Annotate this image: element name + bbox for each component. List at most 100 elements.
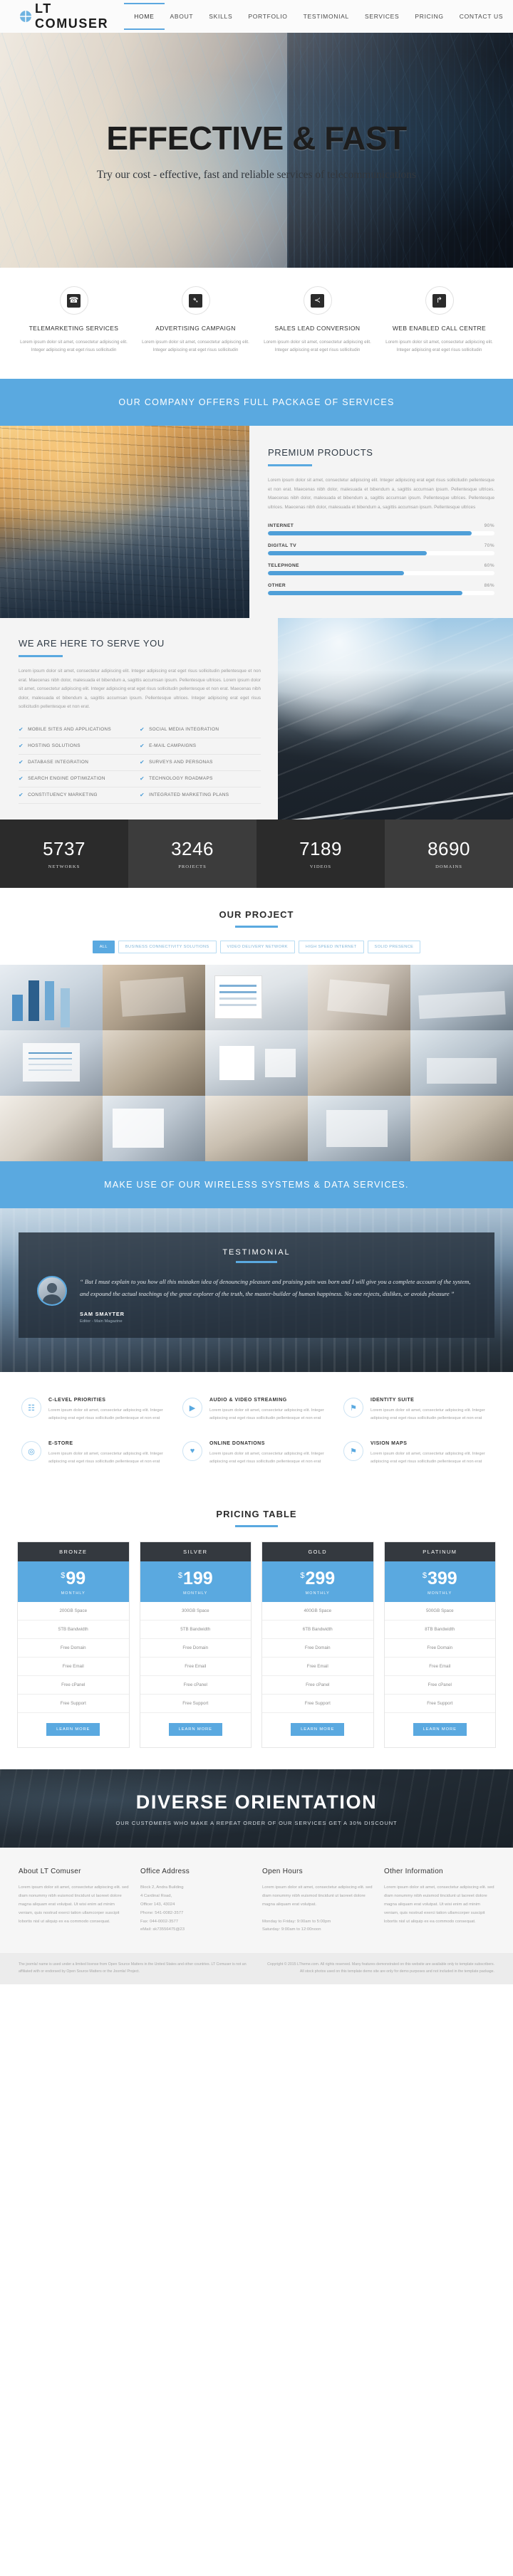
service-card[interactable]: ↱ WEB ENABLED CALL CENTRE Lorem ipsum do… (378, 286, 500, 355)
project-tile[interactable] (205, 1095, 308, 1161)
plan-feature: 400GB Space (262, 1602, 373, 1621)
nav-item-services[interactable]: SERVICES (365, 3, 399, 30)
project-tile[interactable] (308, 1095, 410, 1161)
brand-logo[interactable]: LT COMUSER (20, 1, 108, 31)
project-tile[interactable] (205, 964, 308, 1030)
service-text: Lorem ipsum dolor sit amet, consectetur … (385, 340, 493, 353)
feature-title: ONLINE DONATIONS (209, 1441, 265, 1447)
project-filter-video-delivery-network[interactable]: VIDEO DELIVERY NETWORK (219, 940, 295, 953)
feature-title: C-LEVEL PRIORITIES (48, 1398, 106, 1403)
nav-item-contact-us[interactable]: CONTACT US (460, 3, 503, 30)
bar-fill (268, 571, 404, 576)
project-tile[interactable] (103, 964, 205, 1030)
project-tile[interactable] (0, 1030, 103, 1096)
feature-card[interactable]: ⚑ IDENTITY SUITE Lorem ipsum dolor sit ame… (343, 1398, 492, 1423)
plan-feature: Free Email (140, 1658, 251, 1677)
plan-feature: Free Domain (384, 1639, 495, 1658)
stat-number: 5737 (43, 837, 86, 859)
check-icon: ✔ (140, 775, 145, 782)
plan-feature: 8TB Bandwidth (384, 1621, 495, 1640)
highway-photo (278, 617, 513, 820)
nav-item-pricing[interactable]: PRICING (415, 3, 443, 30)
footer-column-title: About LT Comuser (19, 1868, 81, 1876)
plan-feature: Free Support (140, 1695, 251, 1714)
plan-feature: Free Domain (262, 1639, 373, 1658)
service-text: Lorem ipsum dolor sit amet, consectetur … (264, 340, 371, 353)
plan-learn-more-button[interactable]: LEARN MORE (413, 1723, 467, 1737)
project-filter-solid-presence[interactable]: SOLID PRESENCE (367, 940, 421, 953)
pricing-title: PRICING TABLE (216, 1509, 297, 1520)
project-tile[interactable] (103, 1095, 205, 1161)
serve-text: Lorem ipsum dolor sit amet, consectetur … (19, 668, 261, 710)
project-tile[interactable] (308, 964, 410, 1030)
capability-item: ✔ SOCIAL MEDIA INTEGRATION (140, 722, 261, 738)
project-filter-all[interactable]: All (92, 940, 115, 953)
feature-text: Lorem ipsum dolor sit amet, consectetur … (209, 1452, 324, 1465)
feature-card[interactable]: ♥ ONLINE DONATIONS Lorem ipsum dolor sit a… (182, 1441, 331, 1466)
capability-item: ✔ SURVEYS AND PERSONAS (140, 755, 261, 771)
project-tile[interactable] (0, 964, 103, 1030)
nav-item-skills[interactable]: SKILLS (209, 3, 232, 30)
plan-feature: 6TB Bandwidth (262, 1621, 373, 1640)
project-tile[interactable] (205, 1030, 308, 1096)
service-icon-ring: ☎ (59, 286, 88, 315)
features-grid: ☷ C-LEVEL PRIORITIES Lorem ipsum dolor sit… (0, 1372, 513, 1491)
footer-column: Open Hours Lorem ipsum dolor sit amet, co… (262, 1868, 373, 1934)
feature-card[interactable]: ◎ E-STORE Lorem ipsum dolor sit amet, cons… (21, 1441, 170, 1466)
plan-feature: Free Domain (18, 1639, 129, 1658)
service-card[interactable]: ☎ TELEMARKETING SERVICES Lorem ipsum dol… (13, 286, 135, 355)
project-tile[interactable] (308, 1030, 410, 1096)
project-tile[interactable] (410, 1030, 513, 1096)
project-tile[interactable] (0, 1095, 103, 1161)
testimonial-card: TESTIMONIAL “ But I must explain to you … (19, 1232, 494, 1339)
premium-title: PREMIUM PRODUCTS (268, 446, 373, 458)
testimonial-author: SAM SMAYTER (80, 1311, 125, 1318)
plan-price: $399 MONTHLY (384, 1561, 495, 1603)
project-filter-high-speed-internet[interactable]: HIGH SPEED INTERNET (298, 940, 364, 953)
footer-line: Lorem ipsum dolor sit amet, consectetur … (384, 1885, 494, 1924)
footer-line: Lorem ipsum dolor sit amet, consectetur … (19, 1885, 129, 1924)
plan-learn-more-button[interactable]: LEARN MORE (168, 1723, 222, 1737)
services-banner: OUR COMPANY OFFERS FULL PACKAGE OF SERVI… (0, 378, 513, 426)
bar-fill (268, 591, 463, 596)
diverse-banner: DIVERSE ORIENTATION OUR CUSTOMERS WHO MA… (0, 1769, 513, 1848)
plan-price: $199 MONTHLY (140, 1561, 251, 1603)
nav-item-about[interactable]: ABOUT (170, 3, 194, 30)
capability-item: ✔ TECHNOLOGY ROADMAPS (140, 771, 261, 787)
service-card[interactable]: ≺ SALES LEAD CONVERSION Lorem ipsum dolo… (256, 286, 378, 355)
nav-item-portfolio[interactable]: PORTFOLIO (248, 3, 287, 30)
project-tile[interactable] (410, 964, 513, 1030)
check-icon: ✔ (140, 726, 145, 733)
plan-feature: 5TB Bandwidth (140, 1621, 251, 1640)
nav-item-home[interactable]: HOME (124, 3, 165, 30)
check-icon: ✔ (140, 791, 145, 798)
service-icon-ring: ↱ (425, 286, 454, 315)
footer-line: Lorem ipsum dolor sit amet, consectetur … (262, 1885, 373, 1907)
service-card[interactable]: ➴ ADVERTISING CAMPAIGN Lorem ipsum dolor… (135, 286, 256, 355)
capability-label: SURVEYS AND PERSONAS (149, 760, 213, 765)
plan-learn-more-button[interactable]: LEARN MORE (291, 1723, 345, 1737)
bar-percent: 70% (484, 543, 494, 549)
plan-period: MONTHLY (428, 1591, 452, 1596)
building-photo (0, 425, 249, 618)
feature-card[interactable]: ▶ AUDIO & VIDEO STREAMING Lorem ipsum dolo… (182, 1398, 331, 1423)
check-icon: ✔ (19, 775, 24, 782)
feature-text: Lorem ipsum dolor sit amet, consectetur … (48, 1452, 163, 1465)
footer-line: 4 Cardinal Road, (140, 1894, 172, 1899)
project-tile[interactable] (103, 1030, 205, 1096)
feature-card[interactable]: ☷ C-LEVEL PRIORITIES Lorem ipsum dolor sit… (21, 1398, 170, 1423)
pricing-plan-platinum: PLATINUM $399 MONTHLY 500GB Space 8TB Bandwi… (383, 1541, 496, 1749)
plan-amount: $399 (422, 1569, 457, 1589)
plan-feature: 500GB Space (384, 1602, 495, 1621)
plan-name: BRONZE (18, 1542, 129, 1562)
shopping-cart-icon: ◎ (21, 1441, 41, 1462)
capability-label: TECHNOLOGY ROADMAPS (149, 776, 213, 782)
project-tile[interactable] (410, 1095, 513, 1161)
page-root: LT COMUSER HOME ABOUT SKILLS PORTFOLIO T… (0, 0, 513, 1985)
stat-number: 8690 (428, 837, 470, 859)
feature-card[interactable]: ⚑ VISION MAPS Lorem ipsum dolor sit amet, … (343, 1441, 492, 1466)
project-filter-business-connectivity-solutions[interactable]: BUSINESS CONNECTIVITY SOLUTIONS (118, 940, 217, 953)
avatar (37, 1275, 67, 1306)
plan-learn-more-button[interactable]: LEARN MORE (46, 1723, 100, 1737)
nav-item-testimonial[interactable]: TESTIMONIAL (304, 3, 349, 30)
